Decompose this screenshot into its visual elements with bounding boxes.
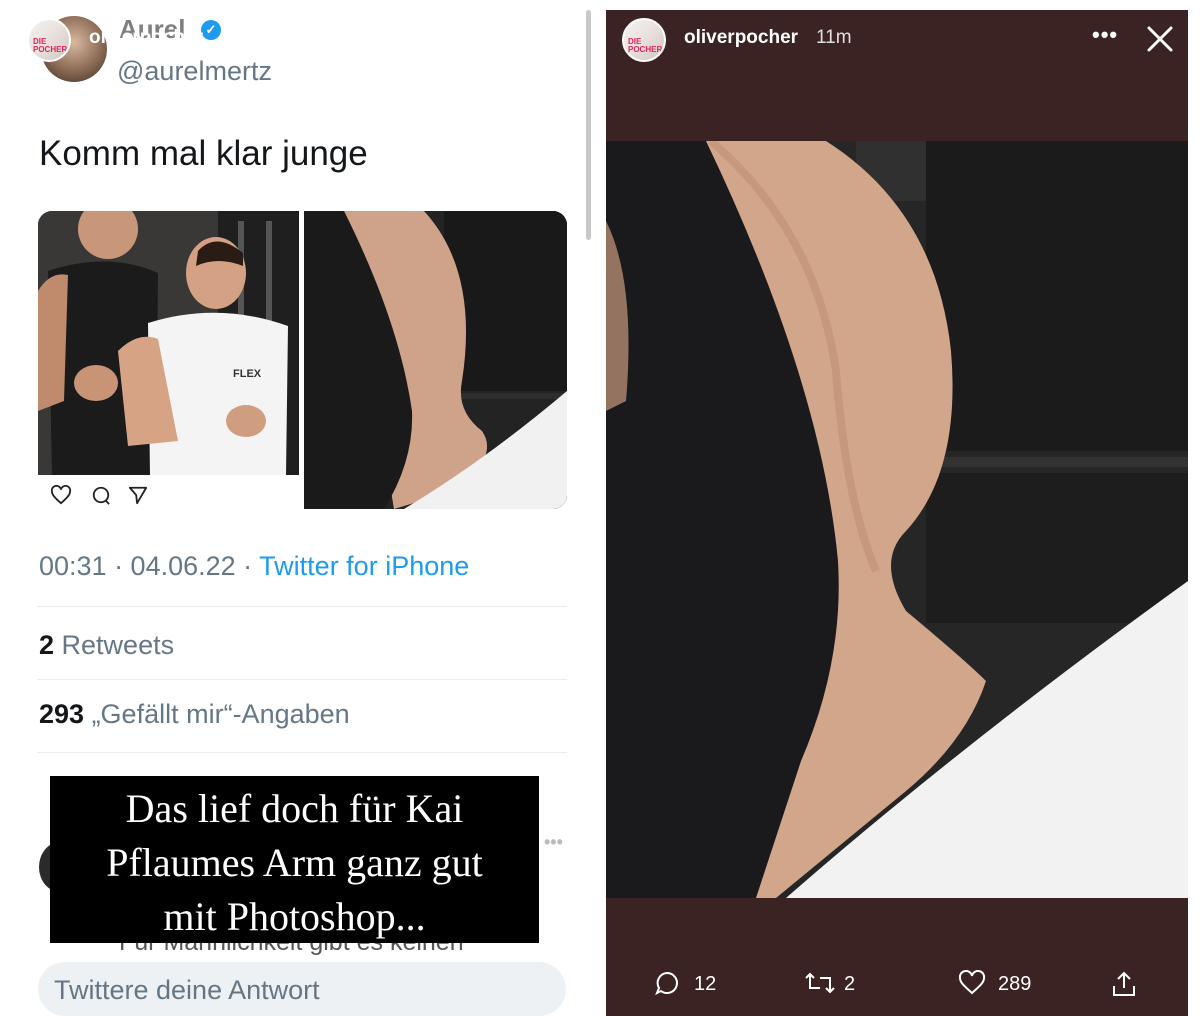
story-avatar[interactable]: DIE POCHERS (622, 18, 666, 62)
story-photo-arm-closeup[interactable] (606, 141, 1188, 898)
story-panel-left: Aurel ✓ @aurelmertz DIE POCHERS oliverpo… (11, 10, 594, 1016)
retweets-stat[interactable]: 2 Retweets (39, 630, 174, 661)
photo-arm-zoom (304, 211, 567, 509)
photo-gym-scene: FLEX (38, 211, 299, 475)
story-username[interactable]: oliverpocher (684, 27, 798, 49)
overlay-caption: Das lief doch für Kai Pflaumes Arm ganz … (106, 786, 483, 939)
story-more-button[interactable]: ••• (1092, 22, 1118, 48)
tweet-timestamp: 00:31 · 04.06.22 · (39, 551, 260, 581)
story-header-left: DIE POCHERS oliverpocher 10m ••• (11, 10, 594, 70)
avatar-badge-text: DIE POCHERS (628, 37, 666, 54)
story-header-right: DIE POCHERS oliverpocher 11m ••• (606, 10, 1188, 70)
story-timestamp: 10m (223, 27, 260, 48)
reply-placeholder: Twittere deine Antwort (54, 975, 320, 1005)
shirt-brand-text: FLEX (233, 368, 262, 380)
close-icon[interactable] (551, 24, 581, 54)
photo-arm-zoom-large (606, 141, 1188, 898)
tweet-source-link[interactable]: Twitter for iPhone (259, 551, 469, 581)
avatar-badge-text: DIE POCHERS (33, 37, 71, 54)
tweet-media-grid[interactable]: FLEX (38, 211, 567, 509)
likes-count: 289 (998, 973, 1032, 995)
retweets-count: 2 (39, 630, 55, 660)
tweet-photo-arm-closeup[interactable] (304, 211, 567, 509)
likes-label: „Gefällt mir“-Angaben (84, 699, 350, 729)
story-text-overlay: Das lief doch für Kai Pflaumes Arm ganz … (50, 776, 539, 943)
heart-icon[interactable] (50, 484, 72, 505)
story-panel-right: DIE POCHERS oliverpocher 11m ••• 12 2 28… (606, 10, 1188, 1016)
reply-input[interactable]: Twittere deine Antwort (38, 962, 566, 1016)
tweet-meta: 00:31 · 04.06.22 · Twitter for iPhone (39, 551, 469, 582)
story-timestamp: 11m (816, 27, 852, 48)
divider (37, 679, 567, 680)
tweet-text: Komm mal klar junge (39, 134, 368, 173)
share-icon (1113, 971, 1135, 996)
close-icon[interactable] (1145, 24, 1175, 54)
comment-icon[interactable] (90, 485, 112, 505)
heart-icon (958, 970, 986, 995)
retweet-icon (805, 972, 835, 994)
story-avatar[interactable]: DIE POCHERS (27, 18, 71, 62)
tweet-photo-two-men[interactable]: FLEX (38, 211, 299, 475)
likes-stat[interactable]: 293 „Gefällt mir“-Angaben (39, 699, 350, 730)
retweets-count: 2 (844, 973, 856, 995)
story-username[interactable]: oliverpocher (89, 27, 203, 49)
story-footer-actions: 12 2 289 (606, 965, 1188, 1005)
likes-count: 293 (39, 699, 85, 729)
divider (37, 606, 567, 607)
share-icon[interactable] (127, 485, 149, 505)
story-more-button[interactable]: ••• (499, 22, 525, 48)
retweets-label: Retweets (54, 630, 175, 660)
comments-count: 12 (694, 973, 717, 995)
reply-more-button[interactable]: ••• (544, 832, 563, 853)
comment-icon (655, 971, 678, 996)
divider (37, 752, 567, 753)
scrollbar[interactable] (586, 10, 591, 240)
media-actions (50, 484, 149, 509)
